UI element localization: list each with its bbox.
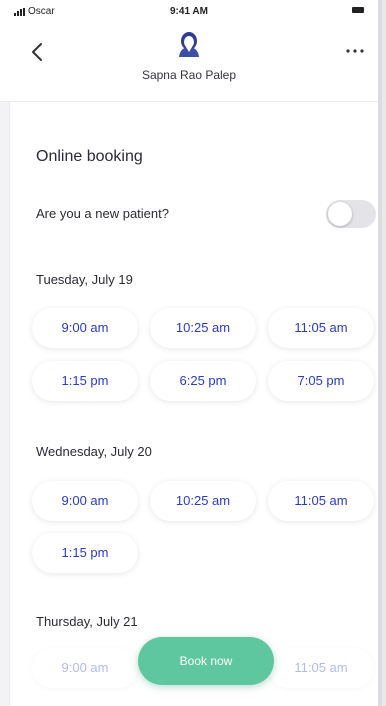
doctor-avatar bbox=[179, 32, 199, 57]
new-patient-toggle[interactable] bbox=[326, 200, 376, 228]
new-patient-label: Are you a new patient? bbox=[36, 206, 169, 221]
phone-screen: Oscar 9:41 AM Sapna Rao Palep Online boo… bbox=[0, 0, 382, 706]
day-label-tuesday: Tuesday, July 19 bbox=[36, 272, 133, 287]
more-icon[interactable] bbox=[344, 44, 366, 58]
toggle-knob bbox=[328, 202, 352, 226]
doctor-name: Sapna Rao Palep bbox=[141, 68, 237, 82]
time-slot[interactable]: 6:25 pm bbox=[150, 361, 256, 401]
time-slot[interactable]: 7:05 pm bbox=[268, 361, 374, 401]
header: Sapna Rao Palep bbox=[0, 22, 378, 102]
day-label-thursday: Thursday, July 21 bbox=[36, 614, 138, 629]
time-slot[interactable]: 9:00 am bbox=[32, 308, 138, 348]
time-slot[interactable]: 11:05 am bbox=[268, 648, 374, 688]
time-slot[interactable]: 10:25 am bbox=[150, 481, 256, 521]
side-gutter bbox=[0, 102, 10, 706]
time-slot[interactable]: 1:15 pm bbox=[32, 533, 138, 573]
section-title: Online booking bbox=[36, 148, 143, 165]
time-slot[interactable]: 1:15 pm bbox=[32, 361, 138, 401]
time-slot[interactable]: 11:05 am bbox=[268, 308, 374, 348]
back-icon[interactable] bbox=[28, 40, 48, 64]
time-slot[interactable]: 11:05 am bbox=[268, 481, 374, 521]
status-bar: Oscar 9:41 AM bbox=[0, 0, 378, 22]
status-time: 9:41 AM bbox=[170, 6, 208, 17]
time-slot[interactable]: 9:00 am bbox=[32, 648, 138, 688]
day-label-wednesday: Wednesday, July 20 bbox=[36, 444, 152, 459]
book-now-button[interactable]: Book now bbox=[138, 637, 274, 685]
battery-icon bbox=[352, 7, 364, 13]
time-slot[interactable]: 9:00 am bbox=[32, 481, 138, 521]
time-slot[interactable]: 10:25 am bbox=[150, 308, 256, 348]
